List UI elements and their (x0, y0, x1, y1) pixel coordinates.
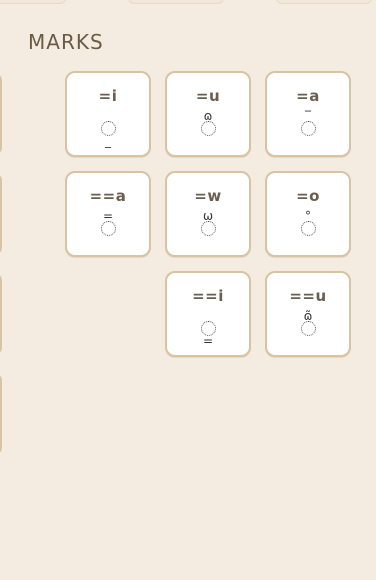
mark-key-label: =u (195, 87, 221, 105)
mark-glyph: ɷ̃ (267, 310, 349, 343)
mark-key-label: ==a (89, 187, 127, 205)
partial-tab[interactable] (0, 0, 66, 4)
partial-key[interactable] (0, 372, 2, 456)
mark-key-label: =i (98, 87, 118, 105)
mark-key-double-u[interactable]: ==u ɷ̃ (265, 271, 351, 357)
mark-glyph: ‾ (267, 110, 349, 143)
partial-key[interactable] (0, 72, 2, 156)
mark-key-label: ==u (289, 287, 327, 305)
mark-glyph: = (67, 210, 149, 243)
mark-glyph: _ (67, 113, 149, 147)
mark-glyph: = (167, 313, 249, 347)
mark-key-double-i[interactable]: ==i = (165, 271, 251, 357)
mark-key-label: =o (296, 187, 320, 205)
mark-key-u[interactable]: =u ɷ (165, 71, 251, 157)
partial-key[interactable] (0, 172, 2, 256)
mark-key-label: ==i (192, 287, 224, 305)
mark-key-label: =a (296, 87, 320, 105)
mark-glyph: ° (267, 210, 349, 243)
mark-key-o[interactable]: =o ° (265, 171, 351, 257)
mark-glyph: ɷ (167, 110, 249, 143)
partial-key[interactable] (0, 272, 2, 356)
mark-key-w[interactable]: =w ω (165, 171, 251, 257)
mark-key-label: =w (194, 187, 222, 205)
marks-panel: MARKS =i _ =u ɷ =a ‾ ==a = =w ω =o ° ==i… (0, 0, 376, 580)
mark-glyph: ω (167, 210, 249, 243)
partial-tab[interactable] (276, 0, 372, 4)
mark-key-double-a[interactable]: ==a = (65, 171, 151, 257)
mark-key-a[interactable]: =a ‾ (265, 71, 351, 157)
mark-key-i[interactable]: =i _ (65, 71, 151, 157)
section-title: MARKS (28, 30, 104, 54)
partial-tab[interactable] (128, 0, 224, 4)
